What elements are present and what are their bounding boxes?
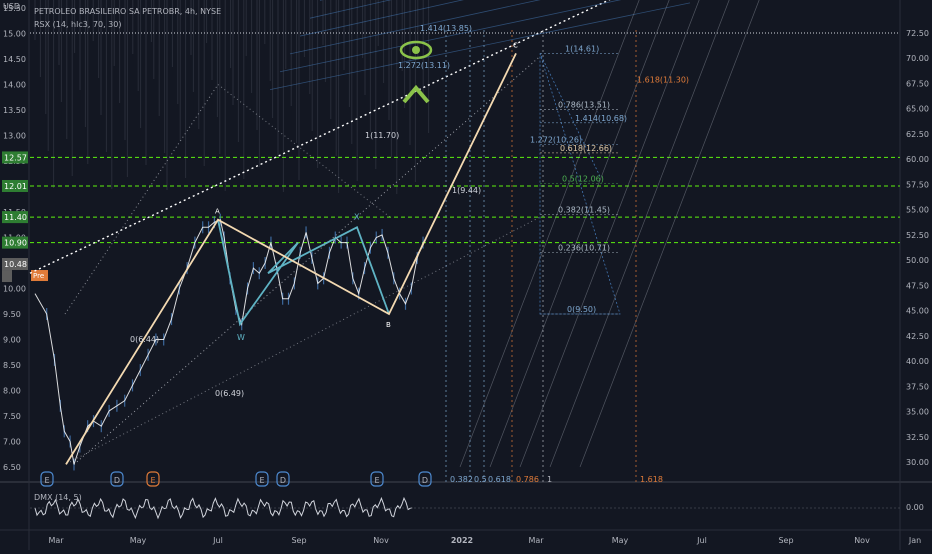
time-fib-label: 0.5 xyxy=(474,475,487,484)
event-marker: E xyxy=(150,476,155,485)
left-axis-tick: 14.50 xyxy=(3,55,26,64)
left-axis-tick: 13.50 xyxy=(3,106,26,115)
x-axis-tick: May xyxy=(130,536,147,545)
price-badge: 10.90 xyxy=(4,239,27,248)
left-axis-tick: 14.00 xyxy=(3,81,26,90)
channel-label: 1.272(13.11) xyxy=(398,61,450,70)
price-badge: 11.40 xyxy=(4,213,27,222)
right-axis-tick: 65.00 xyxy=(906,105,929,114)
wave-label: A xyxy=(215,208,220,216)
x-axis-tick: Sep xyxy=(778,536,793,545)
fib-level-label: 0.236(10.71) xyxy=(558,243,610,252)
right-axis-tick: 50.00 xyxy=(906,256,929,265)
x-axis-tick: Nov xyxy=(373,536,389,545)
right-axis-tick: 37.50 xyxy=(906,382,929,391)
right-axis-tick: 35.00 xyxy=(906,408,929,417)
time-fib-label: 1.618 xyxy=(640,475,663,484)
price-badge: 10.48 xyxy=(4,260,27,269)
wave-label: C xyxy=(513,41,518,49)
time-fib-label: 0.382 xyxy=(450,475,473,484)
left-axis-tick: 15.00 xyxy=(3,30,26,39)
right-axis-tick: 47.50 xyxy=(906,281,929,290)
wxy-label: X xyxy=(354,212,360,221)
price-badge: 12.01 xyxy=(4,182,27,191)
x-axis-tick: May xyxy=(612,536,629,545)
time-fib-label: 0.786 xyxy=(516,475,539,484)
fib-level-label: 1.414(10.68) xyxy=(575,114,627,123)
wxy-label: W xyxy=(237,333,245,342)
fib-level-label: 0(9.50) xyxy=(567,305,596,314)
fib-level-label: 0.618(12.66) xyxy=(560,144,612,153)
channel-label: 0(6.44) xyxy=(130,335,159,344)
symbol-title: PETROLEO BRASILEIRO SA PETROBR, 4h, NYSE xyxy=(34,7,221,16)
channel-label: 0(6.49) xyxy=(215,389,244,398)
event-marker: D xyxy=(422,476,428,485)
chart-background xyxy=(0,0,932,550)
right-axis-tick: 32.50 xyxy=(906,433,929,442)
time-fib-label: 1 xyxy=(547,475,552,484)
x-axis-tick: Sep xyxy=(291,536,306,545)
left-axis-tick: 6.50 xyxy=(3,463,21,472)
right-axis-tick: 62.50 xyxy=(906,130,929,139)
wave-label: B xyxy=(386,321,391,329)
price-badge: 12.57 xyxy=(4,153,27,162)
channel-label: 1(11.70) xyxy=(365,131,399,140)
event-marker: E xyxy=(259,476,264,485)
right-axis-tick: 70.00 xyxy=(906,54,929,63)
left-axis-tick: 10.00 xyxy=(3,285,26,294)
fib-level-label: 0.382(11.45) xyxy=(558,206,610,215)
right-axis-tick: 55.00 xyxy=(906,206,929,215)
right-axis-tick: 72.50 xyxy=(906,29,929,38)
event-marker: E xyxy=(44,476,49,485)
x-axis-tick: Nov xyxy=(854,536,870,545)
x-axis-tick: Mar xyxy=(528,536,544,545)
pre-badge-bg xyxy=(2,270,12,282)
fib-level-label: 1(14.61) xyxy=(565,44,599,53)
fib-level-label: 0.786(13.51) xyxy=(558,100,610,109)
left-axis-tick: 9.00 xyxy=(3,336,21,345)
x-axis-tick: Mar xyxy=(48,536,64,545)
left-axis-tick: 7.00 xyxy=(3,438,21,447)
x-axis-tick: Jul xyxy=(696,536,707,545)
channel-label: 1.414(13.85) xyxy=(420,24,472,33)
time-fib-label: 0.618 xyxy=(488,475,511,484)
x-axis-tick: Jan xyxy=(908,536,921,545)
chart-canvas[interactable]: 15.5015.0014.5014.0013.5013.0012.5011.50… xyxy=(0,0,932,550)
right-axis-tick: 40.00 xyxy=(906,357,929,366)
x-axis-tick: 2022 xyxy=(451,536,473,545)
fib-level-label: 1.618(11.30) xyxy=(637,76,689,85)
right-axis-tick: 30.00 xyxy=(906,458,929,467)
dmx-label: DMX (14, 5) xyxy=(34,493,82,502)
left-axis-tick: 7.50 xyxy=(3,412,21,421)
left-axis-tick: 8.00 xyxy=(3,387,21,396)
x-axis-tick: Jul xyxy=(212,536,223,545)
event-marker: D xyxy=(280,476,286,485)
pre-badge: Pre xyxy=(33,272,44,280)
right-axis-tick: 42.50 xyxy=(906,332,929,341)
right-axis-tick: 52.50 xyxy=(906,231,929,240)
right-axis-tick: 45.00 xyxy=(906,307,929,316)
left-axis-tick: 13.00 xyxy=(3,132,26,141)
event-marker: E xyxy=(374,476,379,485)
left-axis-tick: 8.50 xyxy=(3,361,21,370)
indicator-legend: RSX (14, hlc3, 70, 30) xyxy=(34,20,121,29)
oscillator-axis-tick: 0.00 xyxy=(906,503,924,512)
right-axis-tick: 57.50 xyxy=(906,180,929,189)
currency-label: USD xyxy=(3,2,20,11)
right-axis-tick: 60.00 xyxy=(906,155,929,164)
right-axis-tick: 67.50 xyxy=(906,79,929,88)
channel-label: 1(9.44) xyxy=(452,186,481,195)
eye-icon-pupil xyxy=(412,46,420,54)
left-axis-tick: 9.50 xyxy=(3,310,21,319)
event-marker: D xyxy=(114,476,120,485)
fib-level-label: 0.5(12.06) xyxy=(562,174,604,183)
price-chart[interactable]: 15.5015.0014.5014.0013.5013.0012.5011.50… xyxy=(0,0,932,550)
